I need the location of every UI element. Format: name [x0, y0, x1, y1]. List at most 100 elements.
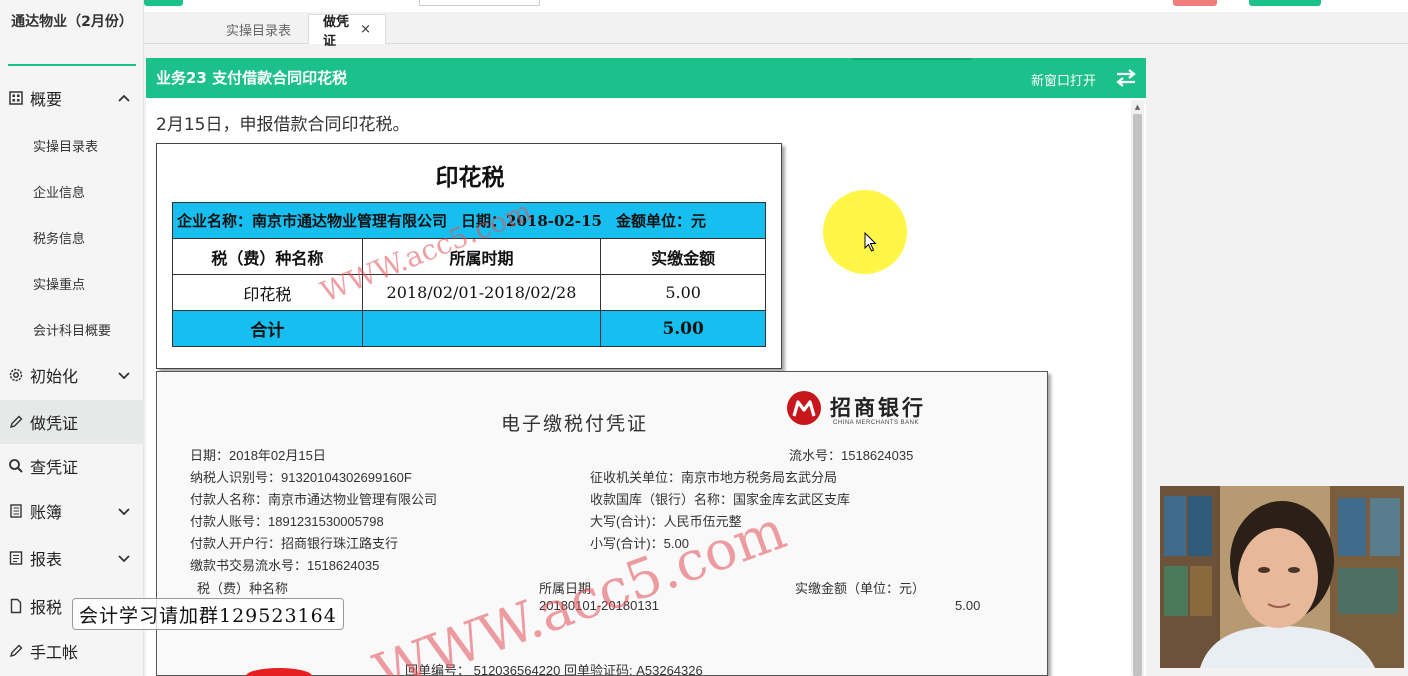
search-icon: [8, 458, 24, 474]
sidebar-subitem-catalog[interactable]: 实操目录表: [33, 136, 98, 155]
date-text: 日期：2018-02-15: [461, 212, 602, 230]
receipt-number: 回单编号： 512036564220 回单验证码: A53264326: [405, 663, 703, 676]
column-header: 实缴金额: [600, 238, 766, 275]
sidebar-item-label: 报表: [30, 550, 63, 569]
receipt-date: 日期：2018年02月15日: [190, 448, 326, 463]
sidebar-item-manual-ledger[interactable]: 手工帐: [0, 631, 144, 671]
pencil-icon: [8, 414, 24, 430]
sidebar-subitem-accounts[interactable]: 会计科目概要: [33, 320, 111, 339]
column-header: 实缴金额（单位：元）: [795, 581, 926, 596]
table-cell: 印花税: [172, 274, 363, 311]
chevron-down-icon[interactable]: [116, 503, 132, 519]
stamp-tax-title: 印花税: [435, 164, 505, 191]
close-icon[interactable]: ×: [360, 22, 371, 37]
sidebar-item-label: 初始化: [30, 367, 79, 386]
webcam-video: [1160, 486, 1404, 668]
sidebar-item-label: 手工帐: [30, 643, 79, 662]
sidebar-item-ledger[interactable]: 账簿: [0, 491, 144, 531]
sidebar-subitem-key-points[interactable]: 实操重点: [33, 274, 85, 293]
swap-icon[interactable]: [1115, 69, 1137, 87]
company-info-row: 企业名称：南京市通达物业管理有限公司 日期：2018-02-15 金额单位：元: [172, 202, 766, 239]
tax-payment-receipt: 电子缴税付凭证 招商银行 CHINA MERCHANTS BANK 日期：201…: [156, 371, 1048, 676]
gear-icon: [8, 367, 24, 383]
company-divider: [8, 64, 136, 66]
sidebar-item-label: 概要: [30, 90, 63, 109]
company-name-text: 企业名称：南京市通达物业管理有限公司: [177, 212, 448, 230]
sidebar-item-label: 账簿: [30, 503, 63, 522]
top-search-input[interactable]: [419, 0, 540, 6]
scrollbar[interactable]: [1131, 114, 1144, 676]
table-cell: 2018/02/01-2018/02/28: [361, 274, 602, 311]
tax-office: 征收机关单位：南京市地方税务局玄武分局: [590, 470, 838, 485]
bank-english-name: CHINA MERCHANTS BANK: [833, 420, 920, 426]
amount-in-figures: 小写(合计)：5.00: [590, 536, 689, 551]
payer-bank: 付款人开户行：招商银行珠江路支行: [190, 536, 399, 551]
panel-header: 业务23 支付借款合同印花税 新窗口打开: [146, 58, 1146, 98]
top-alert-button[interactable]: [1173, 0, 1217, 6]
sidebar-item-label: 做凭证: [30, 414, 79, 433]
treasury-name: 收款国库（银行）名称：国家金库玄武区支库: [590, 492, 851, 507]
task-instruction: 2月15日，申报借款合同印花税。: [156, 115, 410, 135]
sidebar-item-view-voucher[interactable]: 查凭证: [0, 446, 144, 486]
sidebar-item-make-voucher[interactable]: 做凭证: [0, 400, 144, 444]
scroll-up-arrow-icon[interactable]: ▲: [1131, 100, 1144, 114]
chevron-up-icon[interactable]: [116, 90, 132, 106]
tab-catalog[interactable]: 实操目录表: [212, 14, 305, 44]
table-row: 印花税 2018/02/01-2018/02/28 5.00: [172, 274, 766, 311]
scrollbar-thumb[interactable]: [1133, 114, 1142, 676]
page-title: 业务23 支付借款合同印花税: [156, 69, 348, 87]
sidebar: 通达物业（2月份） 概要 实操目录表 企业信息 税务信息 实操重点 会计科目概要…: [0, 0, 144, 676]
payer-account: 付款人账号：1891231530005798: [190, 514, 384, 529]
sidebar-subitem-tax-info[interactable]: 税务信息: [33, 228, 85, 247]
column-header: 所属日期: [539, 581, 592, 596]
transaction-serial: 缴款书交易流水号：1518624035: [190, 558, 380, 573]
receipt-serial: 流水号：1518624035: [789, 448, 914, 463]
unit-text: 金额单位：元: [615, 212, 706, 230]
chevron-down-icon[interactable]: [116, 550, 132, 566]
column-header: 所属时期: [361, 238, 602, 275]
tab-label: 实操目录表: [226, 23, 292, 39]
tab-bar: 实操目录表 做凭证 ×: [144, 12, 1408, 49]
top-action-button[interactable]: [1249, 0, 1321, 6]
tab-label: 做凭证: [323, 14, 350, 49]
open-new-window-link[interactable]: 新窗口打开: [1031, 70, 1096, 89]
bank-logo-icon: [787, 391, 821, 425]
tab-make-voucher[interactable]: 做凭证 ×: [308, 14, 386, 49]
table-header-row: 税（费）种名称 所属时期 实缴金额: [172, 238, 766, 275]
sidebar-item-label: 报税: [30, 598, 63, 617]
table-cell: [361, 310, 602, 347]
report-icon: [8, 550, 24, 566]
stamp-tax-table: 企业名称：南京市通达物业管理有限公司 日期：2018-02-15 金额单位：元 税（…: [172, 202, 766, 347]
chevron-down-icon[interactable]: [116, 367, 132, 383]
receipt-title: 电子缴税付凭证: [501, 414, 649, 435]
column-header: 税（费）种名称: [197, 581, 289, 596]
app-root: 通达物业（2月份） 概要 实操目录表 企业信息 税务信息 实操重点 会计科目概要…: [0, 0, 1408, 676]
sidebar-item-overview[interactable]: 概要: [0, 78, 144, 118]
group-join-banner: 会计学习请加群129523164: [72, 598, 344, 630]
top-menu-button[interactable]: [144, 0, 183, 6]
header-accent: [852, 58, 972, 60]
column-header: 税（费）种名称: [172, 238, 363, 275]
file-icon: [8, 598, 24, 614]
grid-icon: [8, 90, 24, 106]
payer-name: 付款人名称：南京市通达物业管理有限公司: [190, 492, 438, 507]
company-name: 通达物业（2月份）: [11, 14, 133, 30]
stamp-tax-document: 印花税 企业名称：南京市通达物业管理有限公司 日期：2018-02-15 金额单位：…: [156, 143, 782, 369]
sidebar-item-reports[interactable]: 报表: [0, 538, 144, 578]
total-row: 合计 5.00: [172, 310, 766, 347]
table-cell: 5.00: [600, 274, 766, 311]
amount-in-words: 大写(合计)：人民币伍元整: [590, 514, 742, 529]
sidebar-subitem-company-info[interactable]: 企业信息: [33, 182, 85, 201]
period-value: 20180101-20180131: [539, 598, 660, 613]
pencil-icon: [8, 643, 24, 659]
book-icon: [8, 503, 24, 519]
total-label: 合计: [172, 310, 363, 347]
sidebar-item-init[interactable]: 初始化: [0, 355, 144, 395]
amount-value: 5.00: [955, 598, 981, 613]
cursor-arrow-icon: [864, 232, 877, 252]
total-amount: 5.00: [600, 310, 766, 347]
sidebar-item-label: 查凭证: [30, 458, 79, 477]
content-panel: 业务23 支付借款合同印花税 新窗口打开 ▲ 2月15日，申报借款合同印花税。 …: [146, 58, 1146, 676]
taxpayer-id: 纳税人识别号：91320104302699160F: [190, 470, 412, 485]
bank-name: 招商银行: [830, 395, 926, 420]
